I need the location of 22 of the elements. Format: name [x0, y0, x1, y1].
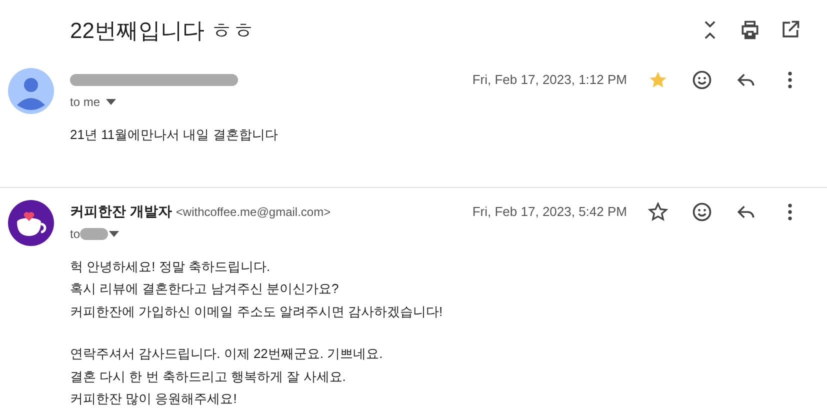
- dropdown-caret-icon[interactable]: [106, 99, 116, 105]
- message-text: 커피한잔 많이 응원해주세요!: [70, 390, 238, 408]
- recipient-label: to: [70, 226, 80, 242]
- message-text: 헉 안녕하세요! 정말 축하드립니다.: [70, 258, 272, 276]
- coffee-cup-avatar-icon: [8, 200, 54, 246]
- message-text: 혹시 리뷰에 결혼한다고 남겨주신 분이신가요?: [70, 280, 340, 298]
- emoji-icon[interactable]: [691, 200, 713, 222]
- avatar-icon: [8, 68, 54, 114]
- message-date: Fri, Feb 17, 2023, 5:42 PM: [472, 202, 627, 221]
- message-text: 결혼 다시 한 번 축하드리고 행복하게 잘 사세요.: [70, 368, 347, 386]
- emoji-icon[interactable]: [691, 69, 713, 91]
- recipient-label: to me: [70, 94, 100, 111]
- print-icon[interactable]: [739, 19, 761, 41]
- message-date: Fri, Feb 17, 2023, 1:12 PM: [472, 71, 627, 90]
- message-text: 연락주셔서 감사드립니다. 이제 22번째군요. 기쁘네요.: [70, 345, 384, 363]
- message-text: 커피한잔에 가입하신 이메일 주소도 알려주시면 감사하겠습니다!: [70, 302, 444, 320]
- star-icon[interactable]: [647, 200, 669, 222]
- message-text: 21년 11월에만나서 내일 결혼합니다: [70, 126, 279, 144]
- dropdown-caret-icon[interactable]: [109, 230, 120, 236]
- email-subject: 22번째입니다 ㅎㅎ: [70, 16, 256, 44]
- sender-email: <withcoffee.me@gmail.com>: [176, 204, 331, 220]
- sender-name: 커피한잔 개발자: [70, 202, 172, 221]
